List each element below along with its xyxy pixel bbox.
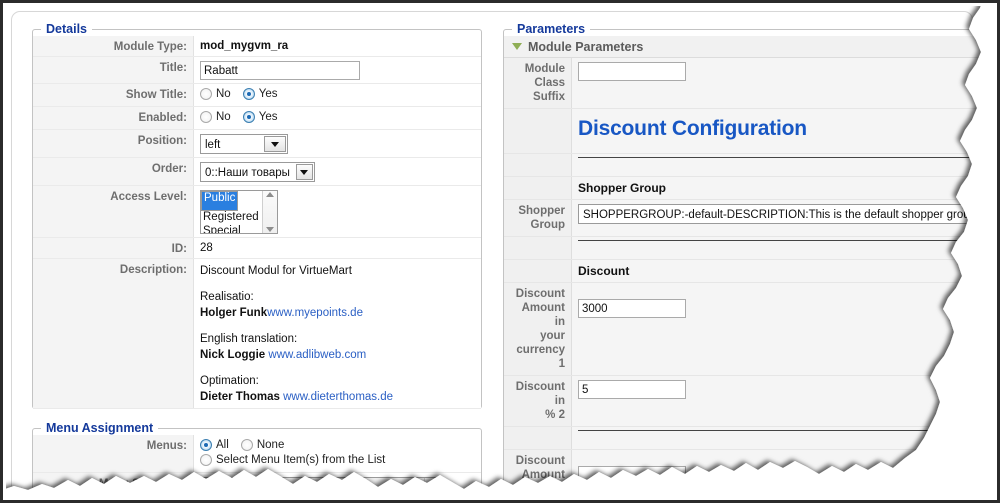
torn-paper-edge	[6, 6, 994, 497]
admin-page: Details Module Type: mod_mygvm_ra Title:…	[6, 6, 994, 497]
screenshot-frame: Details Module Type: mod_mygvm_ra Title:…	[0, 0, 1000, 503]
